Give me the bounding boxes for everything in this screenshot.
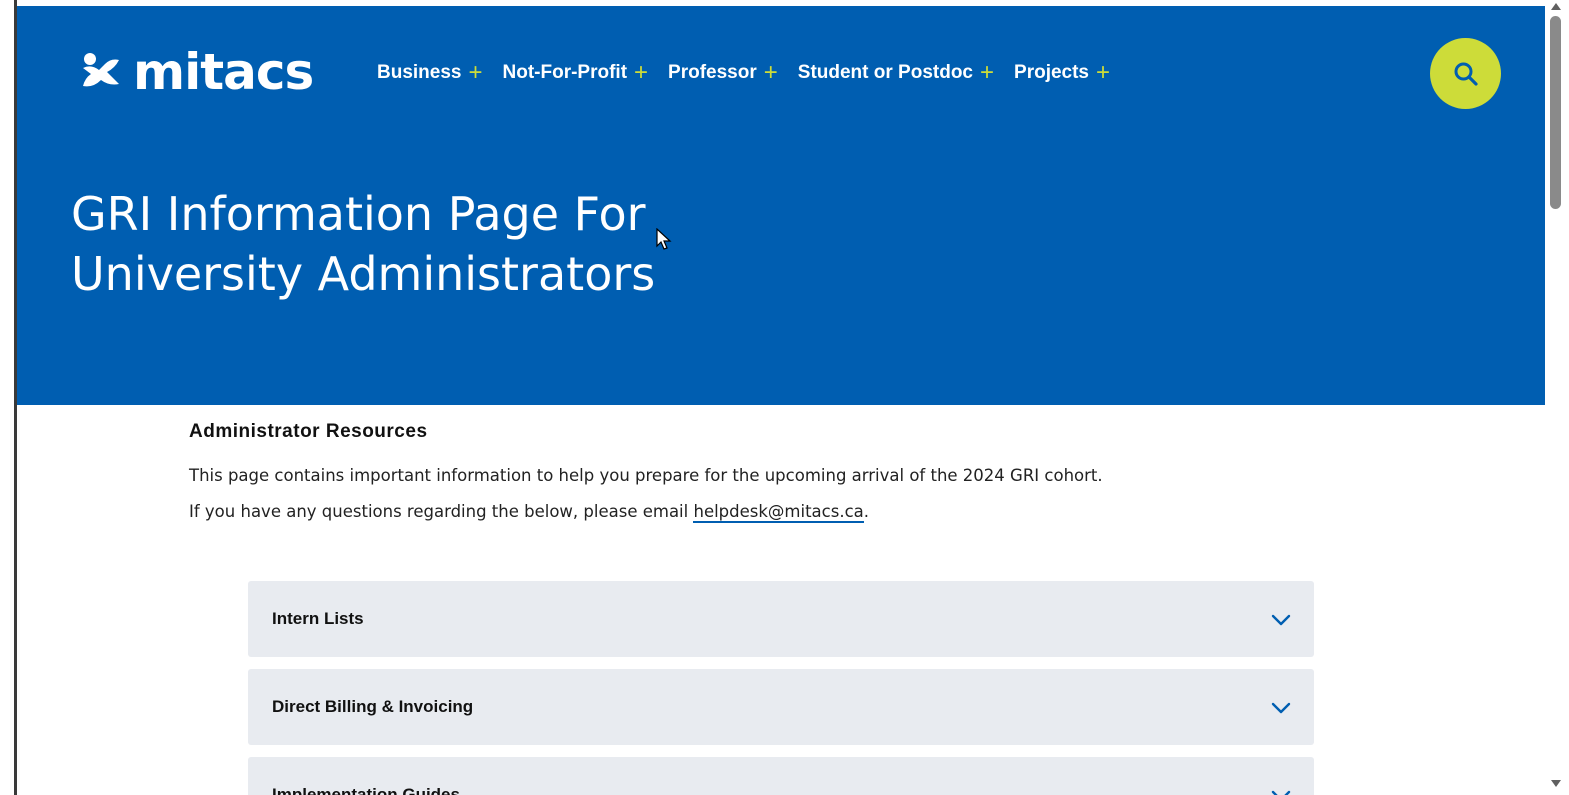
accordion-label: Direct Billing & Invoicing bbox=[272, 697, 474, 716]
page-title-line-1: GRI Information Page For bbox=[71, 187, 646, 241]
mitacs-logo-mark-icon bbox=[83, 53, 119, 87]
helpdesk-email-link[interactable]: helpdesk@mitacs.ca bbox=[693, 502, 864, 523]
search-button[interactable] bbox=[1430, 38, 1501, 109]
administrator-resources-section: Administrator Resources This page contai… bbox=[189, 421, 1389, 537]
hero-banner: mitacs Business + Not-For-Profit + Profe… bbox=[17, 6, 1545, 405]
plus-icon: + bbox=[634, 59, 649, 86]
nav-item-student-or-postdoc[interactable]: Student or Postdoc + bbox=[797, 59, 995, 86]
accordion-implementation-guides[interactable]: Implementation Guides bbox=[248, 757, 1314, 795]
page-viewport: mitacs Business + Not-For-Profit + Profe… bbox=[17, 6, 1545, 795]
accordion-direct-billing-invoicing[interactable]: Direct Billing & Invoicing bbox=[248, 669, 1314, 745]
contact-paragraph: If you have any questions regarding the … bbox=[189, 501, 1389, 523]
contact-prefix: If you have any questions regarding the … bbox=[189, 502, 694, 521]
nav-item-business[interactable]: Business + bbox=[377, 59, 483, 86]
accordion-intern-lists[interactable]: Intern Lists bbox=[248, 581, 1314, 657]
scroll-down-arrow-icon[interactable] bbox=[1550, 778, 1562, 788]
mouse-cursor-icon bbox=[656, 228, 672, 250]
accordion-label: Intern Lists bbox=[272, 609, 364, 628]
plus-icon: + bbox=[1096, 59, 1111, 86]
plus-icon: + bbox=[980, 59, 995, 86]
nav-item-not-for-profit[interactable]: Not-For-Profit + bbox=[502, 59, 649, 86]
page-title-line-2: University Administrators bbox=[71, 247, 656, 301]
scrollbar-thumb[interactable] bbox=[1550, 16, 1561, 209]
section-heading: Administrator Resources bbox=[189, 421, 428, 442]
chevron-down-icon bbox=[1271, 702, 1291, 714]
nav-label: Student or Postdoc bbox=[797, 62, 973, 83]
logo-text: mitacs bbox=[133, 43, 314, 101]
nav-label: Projects bbox=[1014, 62, 1089, 83]
nav-item-professor[interactable]: Professor + bbox=[668, 59, 778, 86]
accordion-label: Implementation Guides bbox=[272, 785, 460, 795]
intro-paragraph: This page contains important information… bbox=[189, 466, 1103, 485]
mitacs-logo[interactable]: mitacs bbox=[79, 43, 314, 101]
chevron-down-icon bbox=[1271, 790, 1291, 795]
chevron-down-icon bbox=[1271, 614, 1291, 626]
plus-icon: + bbox=[763, 59, 778, 86]
nav-label: Business bbox=[377, 62, 462, 83]
scroll-up-arrow-icon[interactable] bbox=[1550, 2, 1562, 12]
nav-label: Not-For-Profit bbox=[502, 62, 628, 83]
nav-item-projects[interactable]: Projects + bbox=[1014, 59, 1111, 86]
nav-label: Professor bbox=[668, 62, 757, 83]
search-icon bbox=[1454, 62, 1478, 86]
main-nav: Business + Not-For-Profit + Professor + … bbox=[377, 59, 1111, 86]
plus-icon: + bbox=[468, 59, 483, 86]
contact-suffix: . bbox=[863, 502, 870, 521]
